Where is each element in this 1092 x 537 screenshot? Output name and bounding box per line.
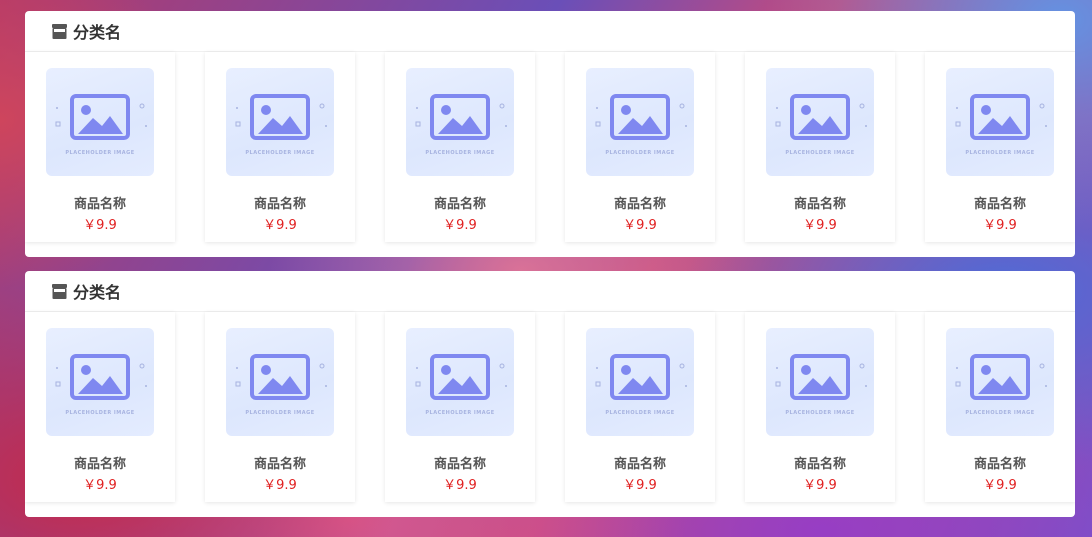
product-image[interactable]: PLACEHOLDER IMAGE xyxy=(766,328,874,436)
product-price: ￥9.9 xyxy=(803,478,837,493)
product-card[interactable]: PLACEHOLDER IMAGE 商品名称 ￥9.9 xyxy=(385,312,535,502)
product-image[interactable]: PLACEHOLDER IMAGE xyxy=(226,328,334,436)
product-name[interactable]: 商品名称 xyxy=(565,453,715,472)
placeholder-label: PLACEHOLDER IMAGE xyxy=(245,150,315,156)
product-price: ￥9.9 xyxy=(83,478,117,493)
image-placeholder-icon xyxy=(55,354,147,400)
store-icon xyxy=(52,23,67,39)
product-price: ￥9.9 xyxy=(83,218,117,233)
placeholder-label: PLACEHOLDER IMAGE xyxy=(605,410,675,416)
product-name[interactable]: 商品名称 xyxy=(925,193,1075,212)
placeholder-label: PLACEHOLDER IMAGE xyxy=(65,150,135,156)
product-card[interactable]: PLACEHOLDER IMAGE 商品名称 ￥9.9 xyxy=(745,312,895,502)
product-price: ￥9.9 xyxy=(623,478,657,493)
image-placeholder-icon xyxy=(595,354,687,400)
product-price: ￥9.9 xyxy=(443,218,477,233)
image-placeholder-icon xyxy=(235,94,327,140)
product-image[interactable]: PLACEHOLDER IMAGE xyxy=(946,68,1054,176)
placeholder-label: PLACEHOLDER IMAGE xyxy=(245,410,315,416)
product-card[interactable]: PLACEHOLDER IMAGE 商品名称 ￥9.9 xyxy=(925,52,1075,242)
product-card[interactable]: PLACEHOLDER IMAGE 商品名称 ￥9.9 xyxy=(205,52,355,242)
product-name[interactable]: 商品名称 xyxy=(925,453,1075,472)
product-image[interactable]: PLACEHOLDER IMAGE xyxy=(406,328,514,436)
product-card[interactable]: PLACEHOLDER IMAGE 商品名称 ￥9.9 xyxy=(565,52,715,242)
product-image[interactable]: PLACEHOLDER IMAGE xyxy=(586,328,694,436)
product-price: ￥9.9 xyxy=(263,218,297,233)
placeholder-label: PLACEHOLDER IMAGE xyxy=(65,410,135,416)
category-section: 分类名 PLACEHOLDER IMAGE 商品名称 ￥9.9 PLACEHOL… xyxy=(25,271,1075,517)
product-card[interactable]: PLACEHOLDER IMAGE 商品名称 ￥9.9 xyxy=(565,312,715,502)
product-name[interactable]: 商品名称 xyxy=(25,453,175,472)
image-placeholder-icon xyxy=(775,354,867,400)
placeholder-label: PLACEHOLDER IMAGE xyxy=(425,150,495,156)
product-image[interactable]: PLACEHOLDER IMAGE xyxy=(226,68,334,176)
product-image[interactable]: PLACEHOLDER IMAGE xyxy=(46,68,154,176)
product-price: ￥9.9 xyxy=(983,218,1017,233)
product-price: ￥9.9 xyxy=(263,478,297,493)
product-price: ￥9.9 xyxy=(983,478,1017,493)
product-image[interactable]: PLACEHOLDER IMAGE xyxy=(46,328,154,436)
product-name[interactable]: 商品名称 xyxy=(745,193,895,212)
image-placeholder-icon xyxy=(415,354,507,400)
placeholder-label: PLACEHOLDER IMAGE xyxy=(965,410,1035,416)
image-placeholder-icon xyxy=(235,354,327,400)
section-title: 分类名 xyxy=(73,283,122,302)
product-image[interactable]: PLACEHOLDER IMAGE xyxy=(406,68,514,176)
image-placeholder-icon xyxy=(415,94,507,140)
product-name[interactable]: 商品名称 xyxy=(745,453,895,472)
product-price: ￥9.9 xyxy=(623,218,657,233)
product-name[interactable]: 商品名称 xyxy=(205,193,355,212)
placeholder-label: PLACEHOLDER IMAGE xyxy=(785,150,855,156)
product-name[interactable]: 商品名称 xyxy=(565,193,715,212)
product-card[interactable]: PLACEHOLDER IMAGE 商品名称 ￥9.9 xyxy=(925,312,1075,502)
section-title: 分类名 xyxy=(73,23,122,42)
product-name[interactable]: 商品名称 xyxy=(385,453,535,472)
placeholder-label: PLACEHOLDER IMAGE xyxy=(605,150,675,156)
product-list: PLACEHOLDER IMAGE 商品名称 ￥9.9 PLACEHOLDER … xyxy=(25,312,1075,516)
store-icon xyxy=(52,283,67,299)
image-placeholder-icon xyxy=(775,94,867,140)
image-placeholder-icon xyxy=(955,94,1047,140)
product-price: ￥9.9 xyxy=(443,478,477,493)
image-placeholder-icon xyxy=(595,94,687,140)
product-price: ￥9.9 xyxy=(803,218,837,233)
product-list: PLACEHOLDER IMAGE 商品名称 ￥9.9 PLACEHOLDER … xyxy=(25,52,1075,256)
category-section: 分类名 PLACEHOLDER IMAGE 商品名称 ￥9.9 PLACEHOL… xyxy=(25,11,1075,257)
product-image[interactable]: PLACEHOLDER IMAGE xyxy=(586,68,694,176)
section-header: 分类名 xyxy=(25,11,1075,52)
product-name[interactable]: 商品名称 xyxy=(25,193,175,212)
placeholder-label: PLACEHOLDER IMAGE xyxy=(425,410,495,416)
product-card[interactable]: PLACEHOLDER IMAGE 商品名称 ￥9.9 xyxy=(385,52,535,242)
placeholder-label: PLACEHOLDER IMAGE xyxy=(965,150,1035,156)
placeholder-label: PLACEHOLDER IMAGE xyxy=(785,410,855,416)
product-card[interactable]: PLACEHOLDER IMAGE 商品名称 ￥9.9 xyxy=(25,52,175,242)
product-card[interactable]: PLACEHOLDER IMAGE 商品名称 ￥9.9 xyxy=(25,312,175,502)
product-image[interactable]: PLACEHOLDER IMAGE xyxy=(946,328,1054,436)
product-name[interactable]: 商品名称 xyxy=(205,453,355,472)
product-card[interactable]: PLACEHOLDER IMAGE 商品名称 ￥9.9 xyxy=(205,312,355,502)
product-image[interactable]: PLACEHOLDER IMAGE xyxy=(766,68,874,176)
image-placeholder-icon xyxy=(55,94,147,140)
product-name[interactable]: 商品名称 xyxy=(385,193,535,212)
section-header: 分类名 xyxy=(25,271,1075,312)
image-placeholder-icon xyxy=(955,354,1047,400)
product-card[interactable]: PLACEHOLDER IMAGE 商品名称 ￥9.9 xyxy=(745,52,895,242)
